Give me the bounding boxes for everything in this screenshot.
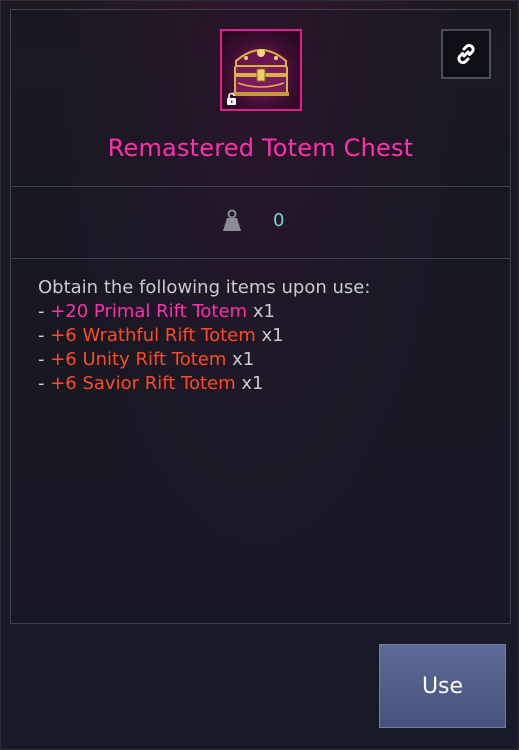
weight-stat-row: 0 [11, 186, 510, 258]
treasure-chest-icon [220, 29, 302, 111]
description-intro: Obtain the following items upon use: [38, 277, 371, 298]
use-button[interactable]: Use [379, 644, 506, 728]
reward-quantity: x1 [261, 325, 284, 346]
unlocked-icon [227, 92, 236, 105]
reward-name: +20 Primal Rift Totem [50, 301, 248, 322]
reward-quantity: x1 [252, 301, 275, 322]
item-description: Obtain the following items upon use: - +… [38, 276, 478, 396]
reward-line: - +6 Unity Rift Totem x1 [38, 348, 478, 372]
item-title: Remastered Totem Chest [107, 134, 414, 162]
reward-name: +6 Wrathful Rift Totem [50, 325, 256, 346]
weight-value: 0 [273, 210, 285, 231]
copy-link-button[interactable] [441, 29, 491, 79]
reward-name: +6 Unity Rift Totem [50, 349, 227, 370]
reward-name: +6 Savior Rift Totem [50, 373, 236, 394]
stat-divider [11, 258, 510, 259]
reward-bullet: - [38, 349, 51, 370]
reward-line: - +20 Primal Rift Totem x1 [38, 300, 478, 324]
reward-bullet: - [38, 373, 51, 394]
item-tooltip-window: Remastered Totem Chest 0 Obtain the foll… [0, 0, 519, 750]
reward-line: - +6 Savior Rift Totem x1 [38, 372, 478, 396]
reward-bullet: - [38, 325, 51, 346]
reward-quantity: x1 [241, 373, 264, 394]
reward-quantity: x1 [232, 349, 255, 370]
reward-bullet: - [38, 301, 51, 322]
item-header: Remastered Totem Chest [11, 10, 510, 186]
reward-line: - +6 Wrathful Rift Totem x1 [38, 324, 478, 348]
link-icon [457, 43, 475, 65]
weight-icon [223, 209, 241, 231]
